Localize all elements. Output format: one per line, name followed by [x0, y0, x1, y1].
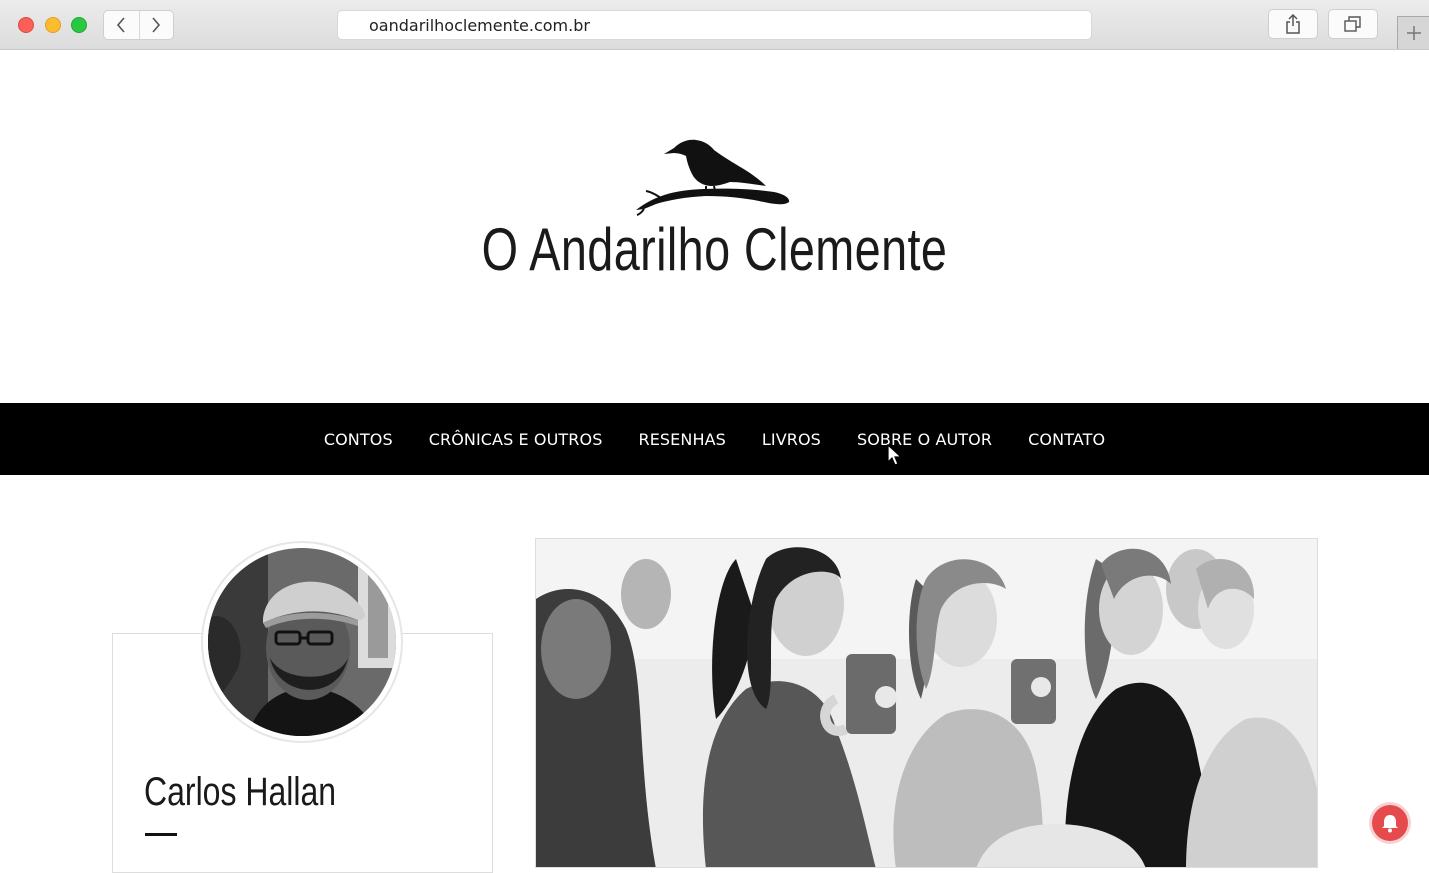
show-tabs-button[interactable]	[1328, 9, 1378, 39]
share-icon	[1286, 14, 1300, 34]
close-window-button[interactable]	[18, 17, 34, 33]
zoom-window-button[interactable]	[71, 17, 87, 33]
url-text: oandarilhoclemente.com.br	[369, 16, 590, 35]
author-avatar	[201, 541, 403, 743]
notification-bell-button[interactable]	[1372, 805, 1408, 841]
forward-button[interactable]	[138, 11, 174, 39]
nav-item-cronicas[interactable]: CRÔNICAS E OUTROS	[411, 430, 621, 449]
site-title[interactable]: O Andarilho Clemente	[157, 215, 1272, 284]
address-bar[interactable]: oandarilhoclemente.com.br	[337, 10, 1092, 40]
featured-image[interactable]	[535, 538, 1318, 868]
nav-item-sobre-o-autor[interactable]: SOBRE O AUTOR	[839, 430, 1010, 449]
divider	[145, 833, 177, 836]
crow-on-branch-icon[interactable]	[634, 134, 794, 216]
nav-item-livros[interactable]: LIVROS	[744, 430, 839, 449]
minimize-window-button[interactable]	[45, 17, 61, 33]
new-tab-button[interactable]	[1397, 16, 1429, 49]
browser-toolbar: oandarilhoclemente.com.br	[0, 0, 1429, 50]
nav-item-resenhas[interactable]: RESENHAS	[620, 430, 743, 449]
back-button[interactable]	[104, 11, 139, 39]
plus-icon	[1406, 26, 1421, 40]
chevron-right-icon	[152, 17, 161, 33]
chevron-left-icon	[117, 17, 125, 33]
tabs-icon	[1344, 16, 1361, 32]
main-navigation: CONTOS CRÔNICAS E OUTROS RESENHAS LIVROS…	[0, 403, 1429, 475]
mouse-cursor-icon	[887, 444, 903, 466]
share-button[interactable]	[1268, 9, 1318, 39]
nav-item-contos[interactable]: CONTOS	[306, 430, 411, 449]
history-nav	[103, 10, 174, 40]
nav-item-contato[interactable]: CONTATO	[1010, 430, 1123, 449]
bell-icon	[1382, 815, 1398, 833]
author-name[interactable]: Carlos Hallan	[144, 770, 336, 815]
